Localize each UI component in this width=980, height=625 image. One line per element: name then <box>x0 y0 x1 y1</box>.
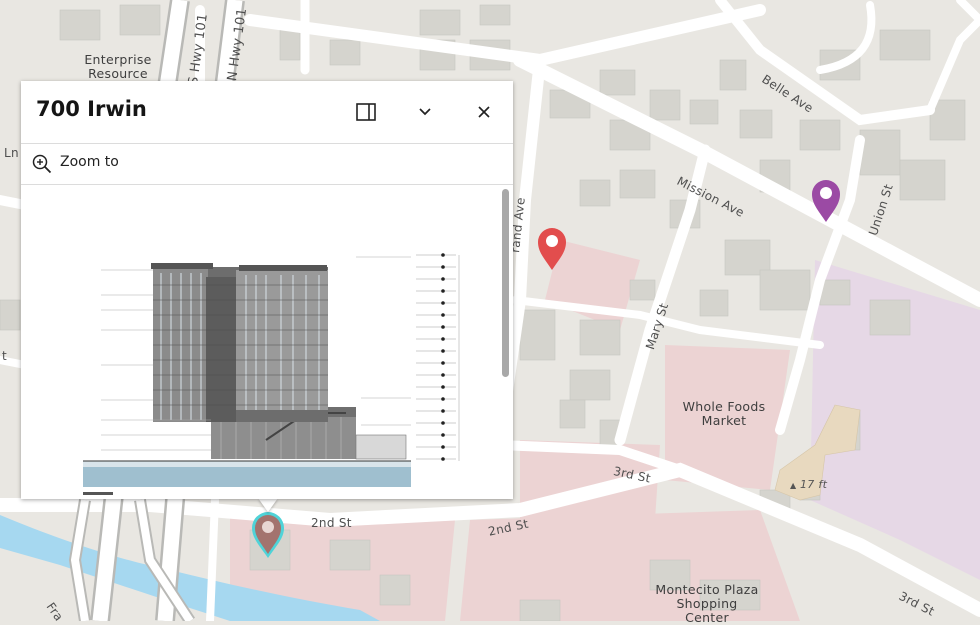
popup-title: 700 Irwin <box>36 97 147 121</box>
close-button[interactable] <box>469 97 499 127</box>
street-label-t-fragment: t <box>2 349 8 363</box>
chevron-down-icon <box>419 108 431 116</box>
zoom-in-icon <box>32 154 52 174</box>
popup-scrollbar-thumb[interactable] <box>502 189 509 377</box>
popup-header: 700 Irwin <box>21 81 513 144</box>
elevation-label: 17 ft <box>800 478 828 491</box>
elevation-triangle-icon: ▲ <box>790 481 797 490</box>
collapse-button[interactable] <box>410 97 440 127</box>
zoom-to-action[interactable]: Zoom to <box>21 144 513 185</box>
street-label-ln-fragment: Ln <box>4 146 19 160</box>
popup-content[interactable] <box>21 185 513 499</box>
feature-popup: 700 Irwin Zoom to <box>21 81 513 499</box>
dock-icon <box>356 103 376 121</box>
popup-scrollbar[interactable] <box>501 189 510 494</box>
popup-pointer <box>258 498 278 512</box>
poi-enterprise-label: Enterprise Resource <box>84 52 152 81</box>
poi-whole-foods-label: Whole Foods Market <box>682 399 766 428</box>
zoom-to-label: Zoom to <box>60 154 119 170</box>
poi-montecito-label: Montecito Plaza Shopping Center <box>655 582 759 625</box>
building-elevation-drawing <box>83 253 460 495</box>
close-icon <box>478 106 490 118</box>
dock-button[interactable] <box>351 97 381 127</box>
street-label-2nd-st-1: 2nd St <box>311 516 352 530</box>
